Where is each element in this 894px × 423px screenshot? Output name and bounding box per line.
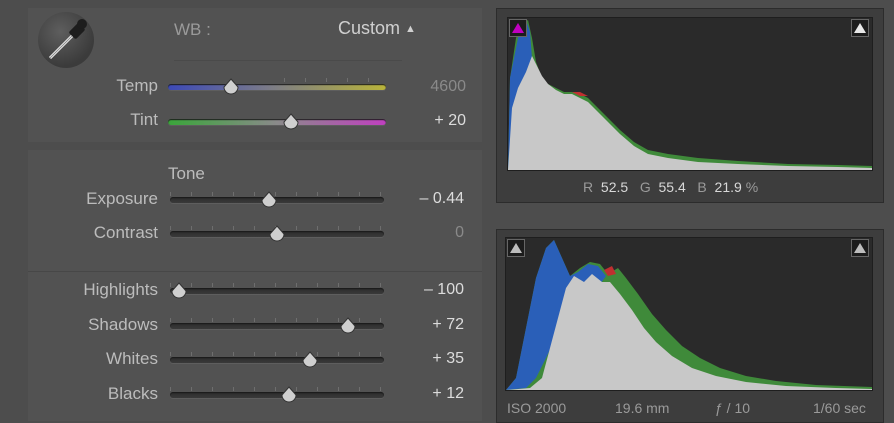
wb-label: WB : [174,20,211,39]
shadows-slider-thumb[interactable] [339,317,357,335]
histogram-graph-bottom [506,240,872,390]
triangle-icon [512,23,524,33]
blacks-slider-thumb[interactable] [280,386,298,404]
shutter-value: 1/60 sec [813,400,866,416]
histogram-area-bottom [505,237,873,391]
highlights-slider-thumb[interactable] [170,282,188,300]
aperture-value: ƒ / 10 [715,400,751,416]
shadows-value[interactable]: + 72 [394,316,464,334]
shadow-clipping-toggle[interactable] [509,19,527,37]
percent-unit: % [745,179,759,195]
whites-value[interactable]: + 35 [394,350,464,368]
exposure-slider-thumb[interactable] [260,191,278,209]
rgb-readout: R 52.5 G 55.4 B 21.9 % [583,179,758,195]
exposure-label: Exposure [86,189,158,208]
g-value: 55.4 [658,179,686,195]
triangle-icon [510,243,522,253]
triangle-icon [854,243,866,253]
contrast-value[interactable]: 0 [394,224,464,242]
wb-preset-select[interactable]: Custom ▲︎ [338,18,416,39]
tone-heading: Tone [168,164,205,183]
contrast-label: Contrast [93,223,158,242]
wb-eyedropper-button[interactable] [38,12,94,68]
highlights-value[interactable]: – 100 [394,281,464,299]
highlight-clipping-toggle[interactable] [851,239,869,257]
temp-track [168,84,386,90]
tint-track [168,119,386,125]
histogram-area-top [507,17,873,171]
highlights-track [170,288,384,294]
eyedropper-icon [48,19,87,60]
whites-label: Whites [106,349,158,368]
shadow-clipping-toggle[interactable] [507,239,525,257]
shadows-label: Shadows [88,315,158,334]
whites-track [170,357,384,363]
tint-value[interactable]: + 20 [396,112,466,130]
b-value: 21.9 [714,179,742,195]
contrast-slider-thumb[interactable] [268,225,286,243]
blacks-label: Blacks [107,384,158,403]
r-label: R [583,179,594,195]
temp-label: Temp [116,76,158,95]
histogram-panel-top: R 52.5 G 55.4 B 21.9 % [496,8,884,203]
blacks-track [170,392,384,398]
blacks-value[interactable]: + 12 [394,385,464,403]
iso-value: ISO 2000 [507,400,567,416]
temp-value[interactable]: 4600 [396,78,466,96]
b-label: B [697,179,707,195]
tint-label: Tint [130,110,158,129]
highlight-clipping-toggle[interactable] [851,19,869,37]
white-balance-panel: WB : Custom ▲︎ Temp 4600 Tint + 20 [28,8,482,142]
g-label: G [639,179,651,195]
updown-arrows-icon: ▲︎ [405,23,416,35]
triangle-icon [854,23,866,33]
histogram-panel-bottom: ISO 2000 19.6 mm ƒ / 10 1/60 sec [496,229,884,423]
tone-panel: Tone Exposure – 0.44 Contrast 0 Highlights – … [28,150,482,421]
histogram-graph-top [508,20,872,170]
tint-slider-thumb[interactable] [282,113,300,131]
exposure-value[interactable]: – 0.44 [394,190,464,208]
temp-slider-thumb[interactable] [222,78,240,96]
r-value: 52.5 [600,179,629,195]
focal-length-value: 19.6 mm [615,400,670,416]
whites-slider-thumb[interactable] [301,351,319,369]
wb-preset-value: Custom [338,18,401,38]
highlights-label: Highlights [83,280,158,299]
